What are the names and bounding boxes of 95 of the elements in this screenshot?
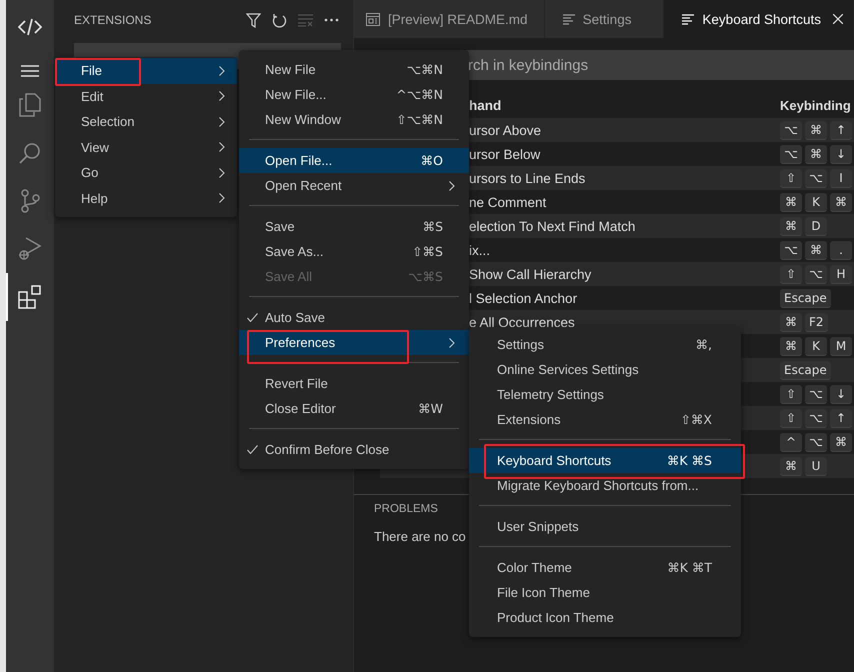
key-cap: D	[805, 216, 827, 236]
chevron-icon	[219, 91, 225, 102]
key-cap: ⌘	[830, 432, 852, 452]
menu-item[interactable]: New Window ⇧⌥⌘N	[239, 107, 469, 132]
key-cap: ⌥	[805, 264, 827, 284]
key-cap: ⌘	[780, 216, 802, 236]
key-cap: ⇧	[780, 168, 802, 188]
menu-item[interactable]: Product Icon Theme	[469, 605, 741, 630]
menu-item[interactable]: File Icon Theme	[469, 580, 741, 605]
menu-item[interactable]: Help	[55, 186, 237, 211]
key-cap: ⌘	[780, 192, 802, 212]
key-cap: .	[830, 240, 852, 260]
refresh-icon[interactable]	[272, 12, 287, 28]
key-cap: ⌥	[780, 240, 802, 260]
command-name: ursor Below	[469, 146, 540, 162]
column-header: hand	[468, 98, 502, 112]
key-cap: ⌥	[805, 168, 827, 188]
key-cap: ⌥	[780, 120, 802, 140]
key-cap: Escape	[780, 360, 831, 380]
lines-icon	[562, 14, 575, 24]
menu-item[interactable]: Go	[55, 160, 237, 186]
command-name: ursor Above	[469, 122, 542, 138]
editor-tab[interactable]: Settings	[544, 0, 664, 38]
chevron-icon	[219, 142, 225, 152]
more-icon[interactable]	[324, 18, 339, 22]
column-header: Keybinding	[780, 98, 852, 112]
menu-item[interactable]: Confirm Before Close	[239, 437, 469, 462]
menu-item[interactable]: Close Editor ⌘W	[239, 396, 469, 421]
menu-item[interactable]: View	[55, 134, 237, 160]
key-cap: M	[830, 336, 852, 356]
key-cap: ⌘	[780, 312, 802, 332]
command-name: ursors to Line Ends	[469, 170, 586, 186]
key-cap: K	[805, 336, 827, 356]
key-cap: ⌥	[805, 432, 827, 452]
menu-item[interactable]: User Snippets	[469, 514, 741, 539]
key-cap: ⇧	[780, 264, 802, 284]
command-name: ne Comment	[469, 194, 546, 210]
key-cap: Escape	[780, 288, 831, 308]
menu-item[interactable]: Save ⌘S	[239, 214, 469, 239]
key-cap: H	[830, 264, 852, 284]
key-cap: F2	[805, 312, 828, 332]
filter-icon[interactable]	[246, 12, 261, 28]
key-cap: ⌥	[805, 384, 827, 404]
editor-tab[interactable]: [Preview] README.md	[354, 0, 545, 38]
command-name: l Selection Anchor	[469, 290, 578, 306]
preview-icon	[366, 12, 380, 26]
key-cap: I	[830, 168, 852, 188]
editor-tab[interactable]: Keyboard Shortcuts	[664, 0, 854, 38]
menu-item[interactable]: Edit	[55, 84, 237, 109]
key-cap: ↓	[830, 384, 852, 404]
panel-message: There are no co	[374, 529, 467, 544]
key-cap: ⌥	[805, 408, 827, 428]
menu-item[interactable]: Online Services Settings	[469, 357, 741, 382]
command-name: election To Next Find Match	[469, 218, 636, 234]
key-cap: ^	[780, 432, 802, 452]
panel-tab[interactable]: PROBLEMS	[374, 503, 438, 515]
menu-item[interactable]: Migrate Keyboard Shortcuts from...	[469, 473, 741, 498]
menu-item[interactable]: Settings ⌘,	[469, 332, 741, 357]
close-icon[interactable]	[833, 14, 843, 24]
key-cap: ⌘	[805, 240, 827, 260]
lines-icon	[682, 14, 694, 24]
menu-item[interactable]: New File... ^⌥⌘N	[239, 82, 469, 107]
command-name: Show Call Hierarchy	[469, 266, 592, 282]
menu-item[interactable]: Open Recent	[239, 173, 469, 198]
key-cap: U	[805, 456, 827, 476]
menu-item[interactable]: Selection	[55, 109, 237, 134]
key-cap: ⌥	[780, 144, 802, 164]
key-cap: ⌘	[805, 120, 827, 140]
menu-item[interactable]: Color Theme ⌘K ⌘T	[469, 555, 741, 580]
menu-item[interactable]: Revert File	[239, 371, 469, 396]
command-name: e All Occurrences	[469, 314, 575, 330]
menu-item[interactable]: Telemetry Settings	[469, 382, 741, 407]
menu-item[interactable]: Save As... ⇧⌘S	[239, 239, 469, 264]
key-cap: ⇧	[780, 408, 802, 428]
chevron-icon	[219, 116, 225, 127]
sidebar-title: EXTENSIONS	[74, 13, 152, 27]
menu-item[interactable]: Preferences	[239, 330, 469, 355]
key-cap: ⌘	[780, 336, 802, 356]
menu-item[interactable]: Keyboard Shortcuts ⌘K ⌘S	[469, 448, 741, 473]
chevron-icon	[219, 193, 225, 204]
menu-item[interactable]: Auto Save	[239, 305, 469, 330]
key-cap: K	[805, 192, 827, 212]
key-cap: ↑	[830, 120, 852, 140]
menu-item[interactable]: Open File... ⌘O	[239, 148, 469, 173]
key-cap: ↑	[830, 408, 852, 428]
key-cap: ⌘	[805, 144, 827, 164]
menu-item[interactable]: File	[55, 58, 237, 84]
menu-item[interactable]: Extensions ⇧⌘X	[469, 407, 741, 432]
chevron-icon	[219, 168, 225, 178]
key-cap: ⇧	[780, 384, 802, 404]
key-cap: ↓	[830, 144, 852, 164]
key-cap: ⌘	[780, 456, 802, 476]
command-name: ix...	[469, 242, 490, 258]
chevron-icon	[219, 66, 225, 76]
key-cap: ⌘	[830, 192, 852, 212]
